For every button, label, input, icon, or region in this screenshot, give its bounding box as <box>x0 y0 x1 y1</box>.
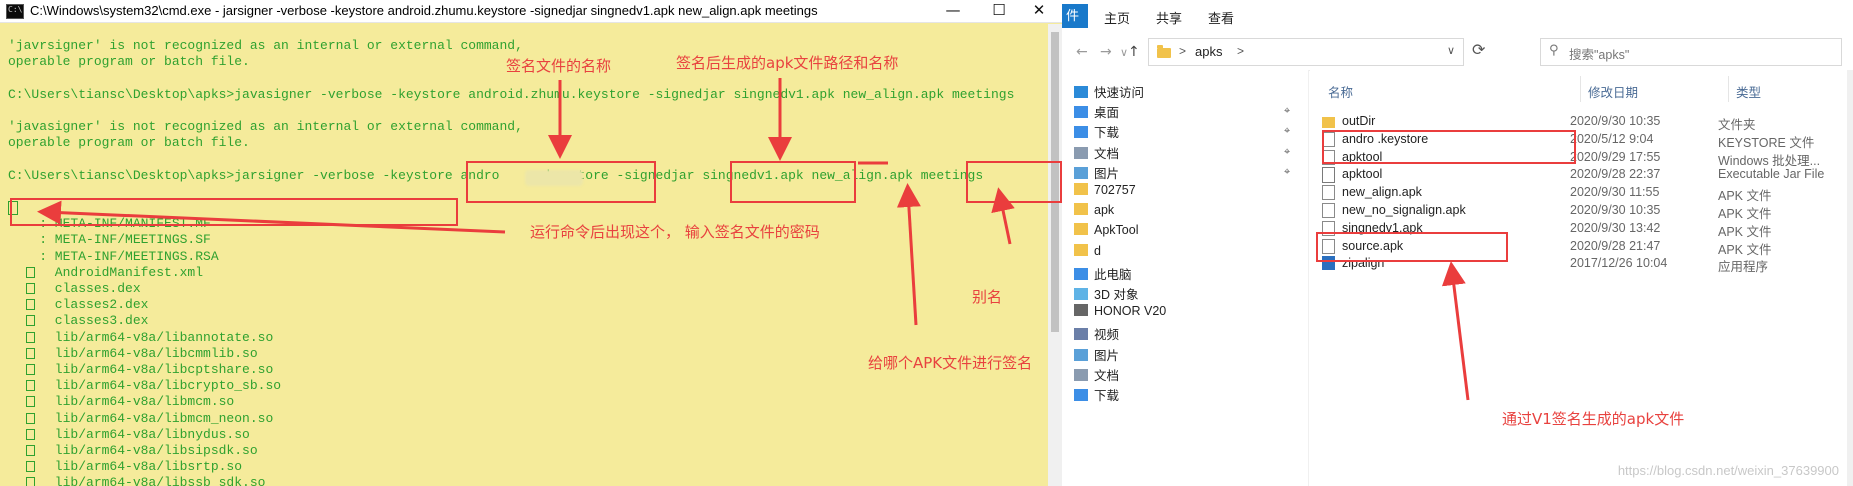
arrow-password <box>37 200 506 234</box>
arrow-alias <box>991 187 1015 245</box>
annotation-arrows <box>37 78 1470 401</box>
arrow-target-apk <box>896 183 921 326</box>
arrow-v1-result <box>1441 261 1470 401</box>
